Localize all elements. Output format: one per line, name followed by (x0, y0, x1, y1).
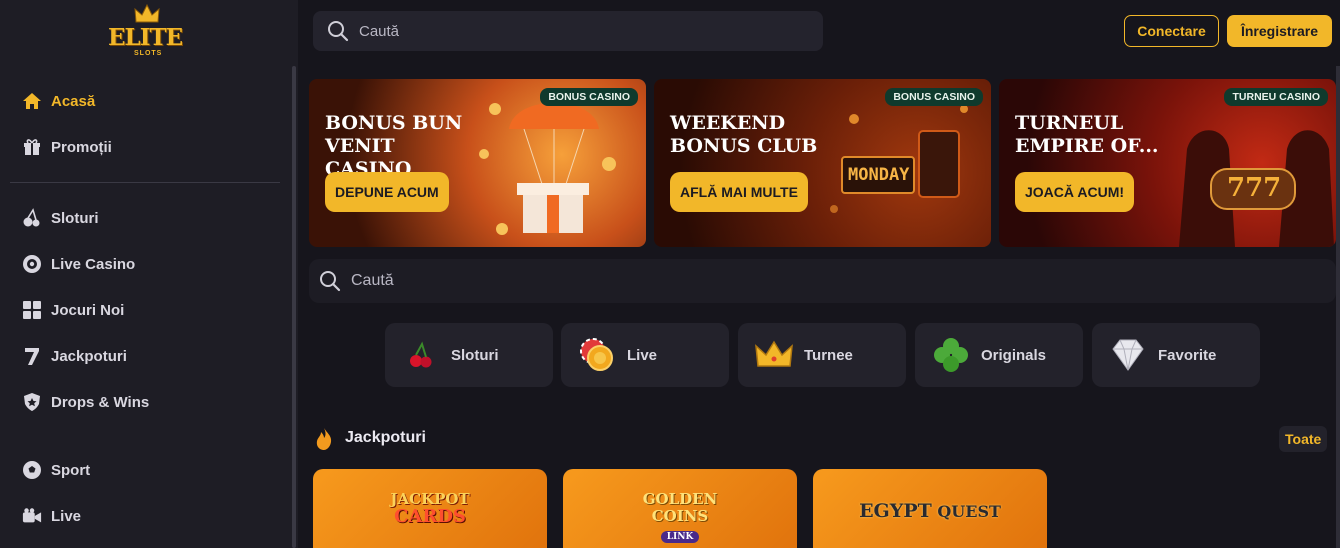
crown-icon (134, 4, 160, 23)
promo-banner-tournament[interactable]: 777 TURNEU CASINO TURNEUL EMPIRE OF... J… (999, 79, 1336, 247)
logo[interactable]: ELITE SLOTS (104, 4, 190, 60)
logo-word: ELITE (108, 24, 183, 51)
game-logo-line2: QUEST (937, 502, 1001, 521)
game-logo: EGYPT QUEST (859, 500, 1001, 548)
fire-icon (316, 428, 332, 450)
sidebar-divider (10, 182, 280, 183)
sidebar: ELITE SLOTS Acasă Promoții Sloturi Live … (0, 0, 298, 548)
sidebar-item-label: Jocuri Noi (51, 301, 125, 319)
soccer-ball-icon (22, 460, 42, 480)
banner-title: TURNEUL EMPIRE OF... (1015, 112, 1159, 157)
sidebar-item-label: Sport (51, 461, 91, 479)
game-logo-line1: GOLDEN (642, 490, 718, 508)
cherry-icon (401, 335, 441, 375)
sidebar-item-live[interactable]: Live (10, 493, 280, 539)
category-label: Favorite (1158, 346, 1217, 364)
sidebar-nav-sport: Sport Live (10, 447, 280, 539)
sidebar-item-label: Promoții (51, 138, 112, 156)
search-icon (328, 21, 349, 42)
sidebar-item-sport[interactable]: Sport (10, 447, 280, 493)
sidebar-item-label: Drops & Wins (51, 393, 150, 411)
chip-icon (577, 335, 617, 375)
category-slots[interactable]: Sloturi (385, 323, 553, 387)
category-label: Live (627, 346, 658, 364)
category-label: Sloturi (451, 346, 499, 364)
game-logo-line1: EGYPT (859, 500, 932, 522)
category-tournaments[interactable]: Turnee (738, 323, 906, 387)
game-logo-line2: COINS (651, 507, 709, 525)
reel-sevens: 777 (1227, 173, 1282, 203)
roulette-icon (22, 254, 42, 274)
video-icon (22, 506, 42, 526)
banner-cta-button[interactable]: JOACĂ ACUM! (1015, 172, 1135, 212)
sidebar-item-live-casino[interactable]: Live Casino (10, 241, 280, 287)
banner-cta-button[interactable]: DEPUNE ACUM (325, 172, 449, 212)
banner-title: BONUS BUN VENIT CASINO (325, 112, 463, 180)
category-label: Turnee (804, 346, 853, 364)
login-button[interactable]: Conectare (1124, 15, 1219, 47)
diamond-icon (1108, 335, 1148, 375)
banner-cta-button[interactable]: AFLĂ MAI MULTE (670, 172, 808, 212)
sidebar-nav-primary: Acasă Promoții (10, 78, 280, 170)
home-icon (22, 91, 42, 111)
banner-badge: BONUS CASINO (540, 88, 638, 106)
games-search[interactable] (309, 259, 1336, 303)
register-button[interactable]: Înregistrare (1227, 15, 1332, 47)
promo-banner-weekend[interactable]: MONDAY BONUS CASINO WEEKEND BONUS CLUB A… (654, 79, 991, 247)
sidebar-item-new-games[interactable]: Jocuri Noi (10, 287, 280, 333)
category-label: Originals (981, 346, 1047, 364)
header-search[interactable] (313, 11, 823, 51)
logo-sub: SLOTS (134, 50, 163, 57)
sidebar-item-label: Sloturi (51, 209, 99, 227)
sidebar-item-slots[interactable]: Sloturi (10, 195, 280, 241)
game-card-jackpot-cards[interactable]: JACKPOT CARDS (313, 469, 547, 548)
clover-icon (931, 335, 971, 375)
banner-badge: BONUS CASINO (885, 88, 983, 106)
crown-icon (754, 335, 794, 375)
sidebar-item-label: Live Casino (51, 255, 136, 273)
banner-badge: TURNEU CASINO (1224, 88, 1328, 106)
monday-sign: MONDAY (848, 165, 910, 185)
promo-banner-welcome[interactable]: BONUS CASINO BONUS BUN VENIT CASINO DEPU… (309, 79, 646, 247)
sidebar-item-drops-wins[interactable]: Drops & Wins (10, 379, 280, 425)
grid-icon (22, 300, 42, 320)
game-card-golden-coins[interactable]: GOLDEN COINS LINK (563, 469, 797, 548)
sidebar-item-label: Jackpoturi (51, 347, 127, 365)
sidebar-item-promotions[interactable]: Promoții (10, 124, 280, 170)
banner-title: WEEKEND BONUS CLUB (670, 112, 818, 157)
game-logo-line3: LINK (660, 531, 700, 543)
category-originals[interactable]: Originals (915, 323, 1083, 387)
sidebar-item-label: Live (51, 507, 82, 525)
app-root: ELITE SLOTS Acasă Promoții Sloturi Live … (0, 0, 1340, 548)
section-title: Jackpoturi (345, 429, 426, 446)
game-card-egypt-quest[interactable]: EGYPT QUEST (813, 469, 1047, 548)
sidebar-item-home[interactable]: Acasă (10, 78, 280, 124)
search-icon (320, 271, 341, 292)
games-search-input[interactable] (351, 272, 751, 290)
gift-icon (22, 137, 42, 157)
see-all-button[interactable]: Toate (1279, 426, 1328, 452)
sidebar-item-jackpots[interactable]: Jackpoturi (10, 333, 280, 379)
game-logo-line2: CARDS (394, 506, 466, 527)
category-live[interactable]: Live (561, 323, 729, 387)
search-input[interactable] (359, 22, 759, 40)
sidebar-nav-casino: Sloturi Live Casino Jocuri Noi Jackpotur… (10, 195, 280, 425)
sidebar-item-label: Acasă (51, 92, 96, 110)
game-logo: GOLDEN COINS LINK (642, 490, 718, 548)
cherry-icon (22, 208, 42, 228)
main-scrollbar[interactable] (1336, 66, 1340, 548)
seven-icon (22, 346, 42, 366)
game-logo: JACKPOT CARDS (390, 491, 469, 548)
category-favorites[interactable]: Favorite (1092, 323, 1260, 387)
shield-icon (22, 392, 42, 412)
sidebar-scrollbar[interactable] (292, 66, 296, 548)
